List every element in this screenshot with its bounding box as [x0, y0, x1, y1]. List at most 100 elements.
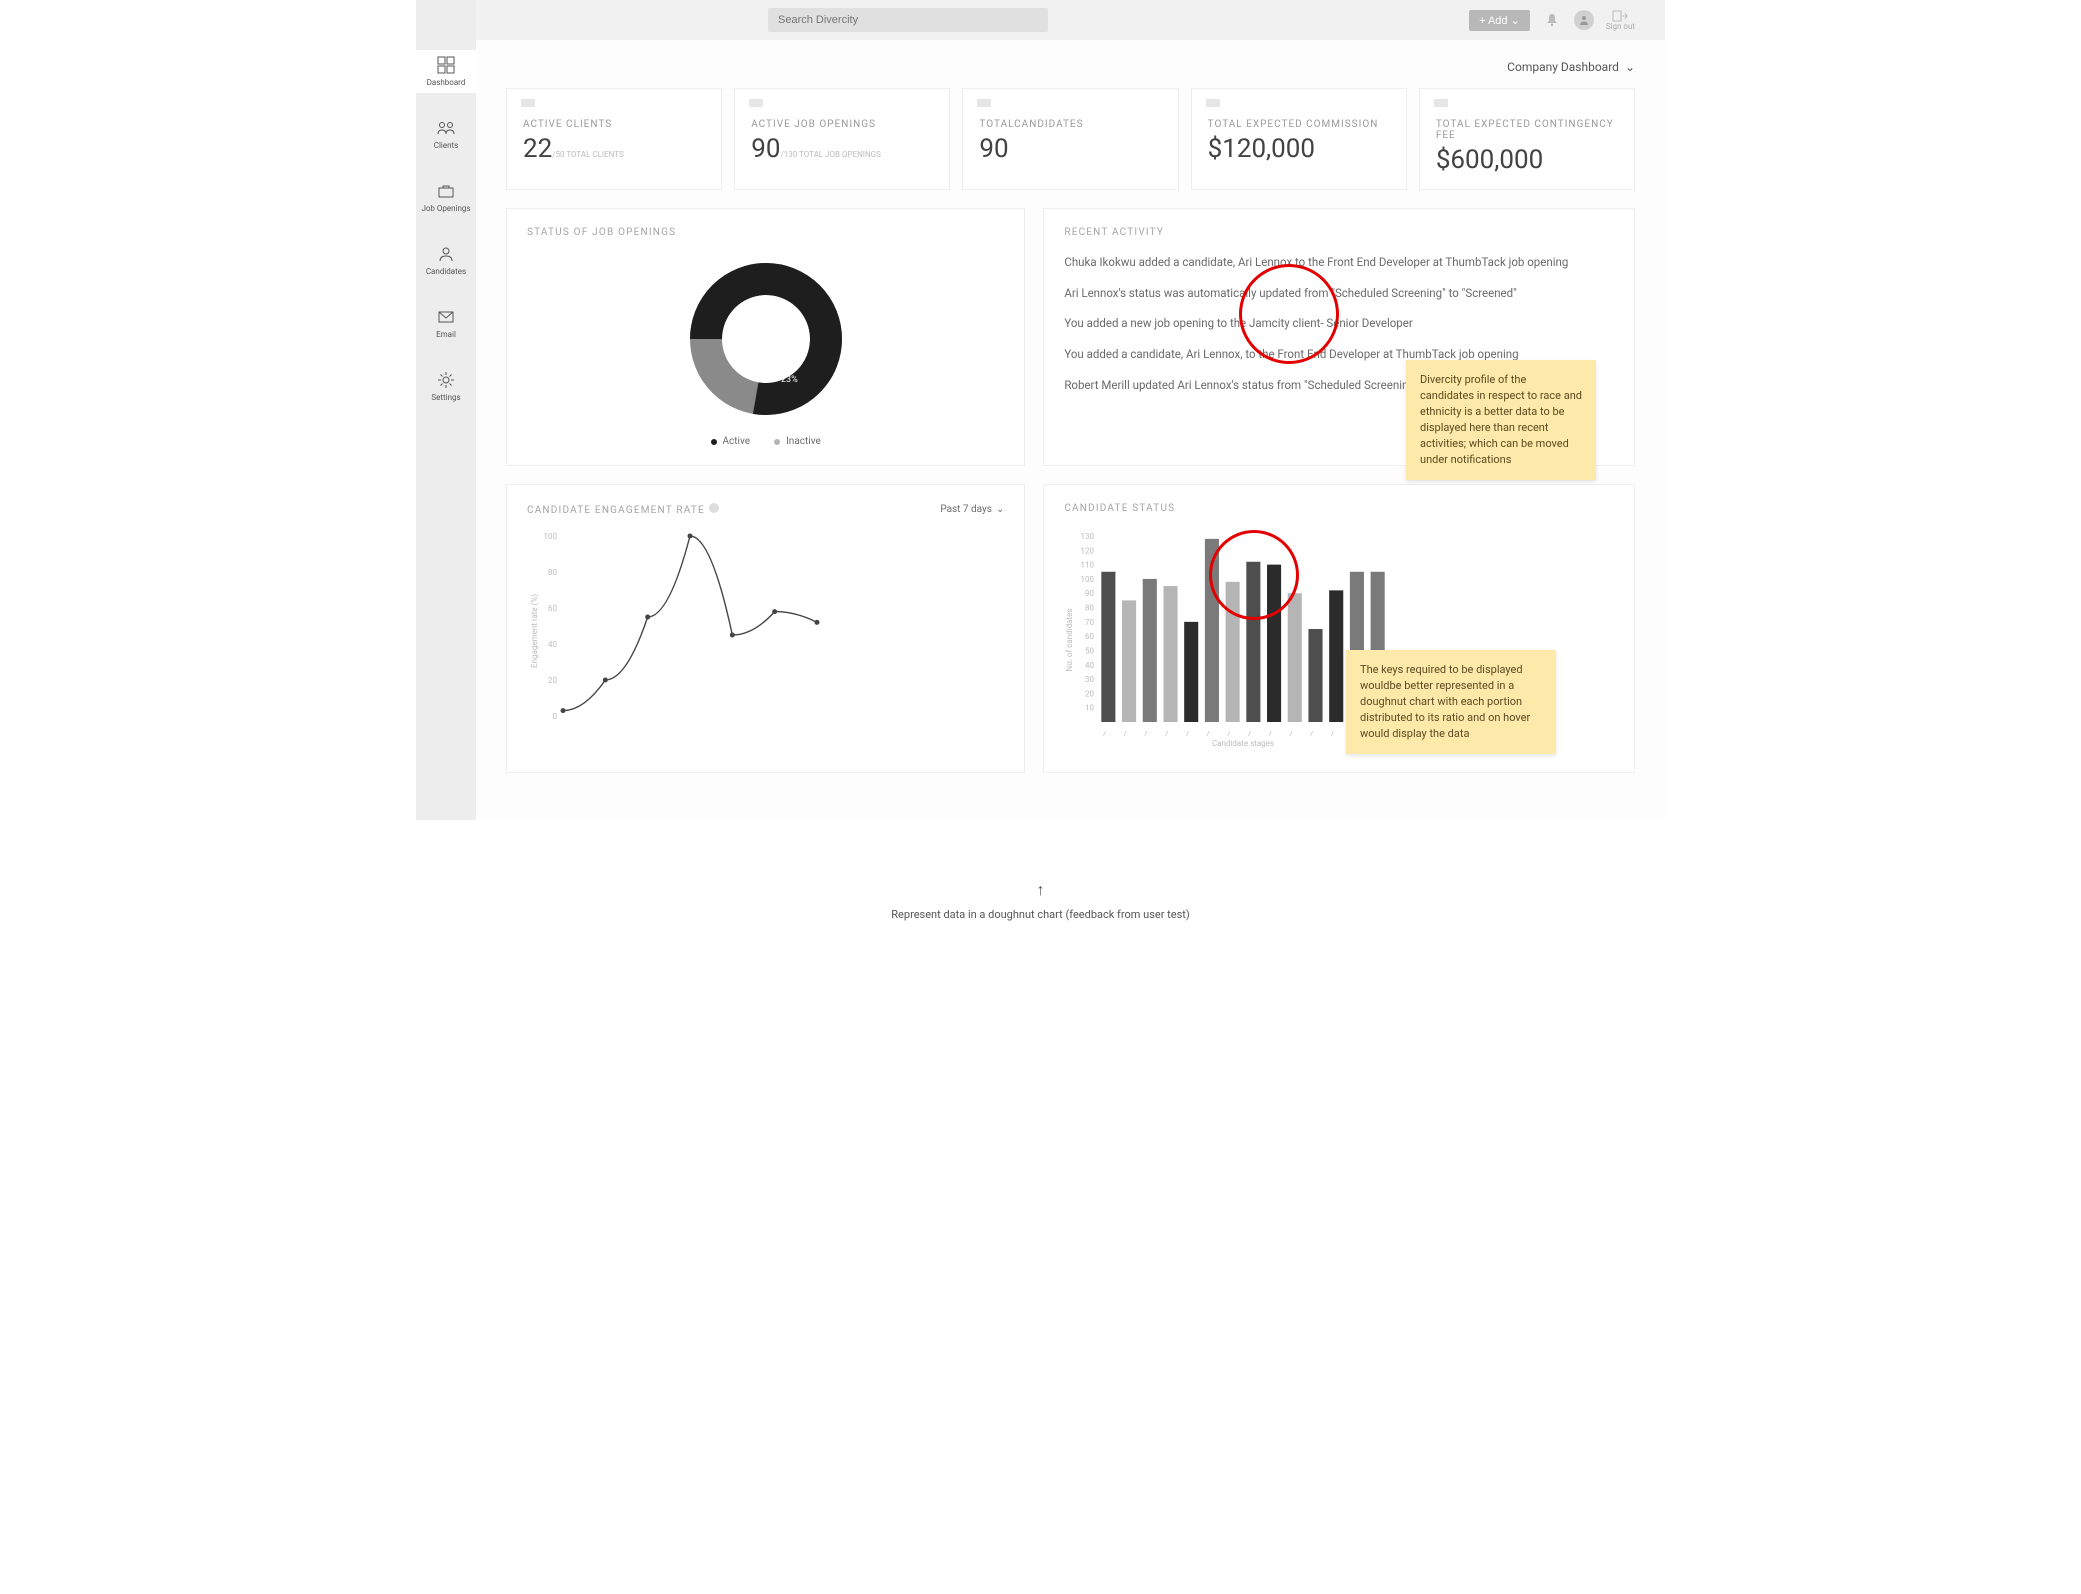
panel-title: CANDIDATE ENGAGEMENT RATE: [527, 503, 719, 516]
add-button[interactable]: + Add ⌄: [1469, 10, 1530, 31]
svg-text:—: —: [1224, 729, 1235, 738]
svg-text:—: —: [1286, 729, 1297, 738]
svg-text:110: 110: [1081, 561, 1095, 570]
svg-text:50: 50: [1085, 646, 1094, 655]
chevron-down-icon: ⌄: [996, 504, 1004, 515]
svg-text:70: 70: [1085, 618, 1094, 627]
svg-text:20: 20: [548, 676, 557, 685]
svg-text:30: 30: [1085, 675, 1094, 684]
svg-text:80: 80: [548, 568, 557, 577]
chevron-down-icon: ⌄: [1625, 60, 1635, 74]
panel-title: CANDIDATE STATUS: [1064, 503, 1614, 514]
legend-inactive: Inactive: [774, 436, 821, 447]
sidebar-item-job-openings[interactable]: Job Openings: [416, 176, 476, 219]
sidebar-item-label: Job Openings: [421, 204, 470, 213]
svg-text:23%: 23%: [781, 375, 798, 385]
stat-active-clients: ACTIVE CLIENTS 22/50 TOTAL CLIENTS: [506, 88, 722, 190]
sidebar: Dashboard Clients Job Openings Candidate…: [416, 0, 476, 820]
search-input[interactable]: [768, 8, 1048, 32]
svg-text:—: —: [1141, 729, 1152, 738]
stat-total-candidates: TOTALCANDIDATES 90: [962, 88, 1178, 190]
sidebar-item-label: Clients: [434, 141, 459, 150]
dashboard-selector[interactable]: Company Dashboard ⌄: [506, 60, 1635, 74]
svg-text:120: 120: [1081, 546, 1095, 555]
svg-text:90: 90: [1085, 589, 1094, 598]
sidebar-item-label: Candidates: [426, 267, 466, 276]
footnote: ↑ Represent data in a doughnut chart (fe…: [416, 880, 1665, 921]
sidebar-item-clients[interactable]: Clients: [416, 113, 476, 156]
briefcase-icon: [437, 182, 455, 200]
stat-label: TOTALCANDIDATES: [979, 119, 1161, 130]
clients-icon: [437, 119, 455, 137]
svg-text:—: —: [1203, 729, 1214, 738]
arrow-up-icon: ↑: [1037, 880, 1045, 900]
svg-text:—: —: [1328, 729, 1339, 738]
stat-label: ACTIVE JOB OPENINGS: [751, 119, 933, 130]
svg-text:No. of candidates: No. of candidates: [1065, 609, 1074, 672]
sticky-note-2: The keys required to be displayed wouldb…: [1346, 650, 1556, 754]
sign-out-label: Sign out: [1606, 22, 1635, 31]
dashboard-selector-label: Company Dashboard: [1507, 60, 1619, 74]
svg-text:—: —: [1183, 729, 1194, 738]
svg-text:—: —: [1245, 729, 1256, 738]
stat-value: 90/130 TOTAL JOB OPENINGS: [751, 134, 933, 164]
stat-value: 22/50 TOTAL CLIENTS: [523, 134, 705, 164]
stat-contingency: TOTAL EXPECTED CONTINGENCY FEE $600,000: [1419, 88, 1635, 190]
svg-text:Engagement rate (%): Engagement rate (%): [530, 594, 539, 668]
sidebar-item-settings[interactable]: Settings: [416, 365, 476, 408]
sign-out-button[interactable]: Sign out: [1606, 10, 1635, 31]
activity-item: Chuka Ikokwu added a candidate, Ari Lenn…: [1064, 254, 1614, 271]
stat-value: $600,000: [1436, 145, 1618, 175]
svg-text:80: 80: [1085, 604, 1094, 613]
sticky-note-1: Divercity profile of the candidates in r…: [1406, 360, 1596, 480]
engagement-chart: 0 20 40 60 80 100 Engagement rate (%): [527, 526, 1004, 740]
svg-text:100: 100: [1081, 575, 1095, 584]
sidebar-item-email[interactable]: Email: [416, 302, 476, 345]
svg-text:40: 40: [1085, 661, 1094, 670]
info-icon[interactable]: [709, 503, 719, 513]
sidebar-item-dashboard[interactable]: Dashboard: [416, 50, 476, 93]
stats-row: ACTIVE CLIENTS 22/50 TOTAL CLIENTS ACTIV…: [506, 88, 1635, 190]
activity-item: You added a new job opening to the Jamci…: [1064, 315, 1614, 332]
panel-engagement: CANDIDATE ENGAGEMENT RATE Past 7 days ⌄ …: [506, 484, 1025, 773]
svg-text:—: —: [1265, 729, 1276, 738]
donut-legend: Active Inactive: [527, 436, 1004, 447]
sidebar-item-label: Settings: [431, 393, 460, 402]
panel-title: RECENT ACTIVITY: [1064, 227, 1614, 238]
bell-icon[interactable]: [1542, 10, 1562, 30]
time-filter[interactable]: Past 7 days ⌄: [940, 504, 1004, 515]
sidebar-item-candidates[interactable]: Candidates: [416, 239, 476, 282]
stat-label: ACTIVE CLIENTS: [523, 119, 705, 130]
legend-active: Active: [711, 436, 751, 447]
svg-text:—: —: [1162, 729, 1173, 738]
stat-label: TOTAL EXPECTED COMMISSION: [1208, 119, 1390, 130]
stat-active-jobs: ACTIVE JOB OPENINGS 90/130 TOTAL JOB OPE…: [734, 88, 950, 190]
stat-commission: TOTAL EXPECTED COMMISSION $120,000: [1191, 88, 1407, 190]
svg-text:60: 60: [548, 604, 557, 613]
sidebar-item-label: Dashboard: [427, 78, 466, 87]
gear-icon: [437, 371, 455, 389]
stat-value: 90: [979, 134, 1161, 164]
svg-text:40: 40: [548, 640, 557, 649]
panel-job-status: STATUS OF JOB OPENINGS 80% 23%: [506, 208, 1025, 466]
svg-text:—: —: [1100, 729, 1111, 738]
user-icon: [437, 245, 455, 263]
sidebar-item-label: Email: [436, 330, 456, 339]
svg-text:60: 60: [1085, 632, 1094, 641]
svg-text:130: 130: [1081, 532, 1095, 541]
svg-text:100: 100: [544, 532, 558, 541]
svg-text:80%: 80%: [738, 307, 755, 317]
avatar[interactable]: [1574, 10, 1594, 30]
mail-icon: [437, 308, 455, 326]
dashboard-icon: [437, 56, 455, 74]
svg-text:—: —: [1307, 729, 1318, 738]
svg-text:—: —: [1120, 729, 1131, 738]
svg-text:Candidate stages: Candidate stages: [1212, 739, 1274, 748]
svg-text:0: 0: [553, 712, 558, 721]
svg-text:20: 20: [1085, 689, 1094, 698]
stat-value: $120,000: [1208, 134, 1390, 164]
panel-title: STATUS OF JOB OPENINGS: [527, 227, 1004, 238]
topbar: + Add ⌄ Sign out: [476, 0, 1665, 40]
svg-text:10: 10: [1085, 704, 1094, 713]
stat-label: TOTAL EXPECTED CONTINGENCY FEE: [1436, 119, 1618, 141]
